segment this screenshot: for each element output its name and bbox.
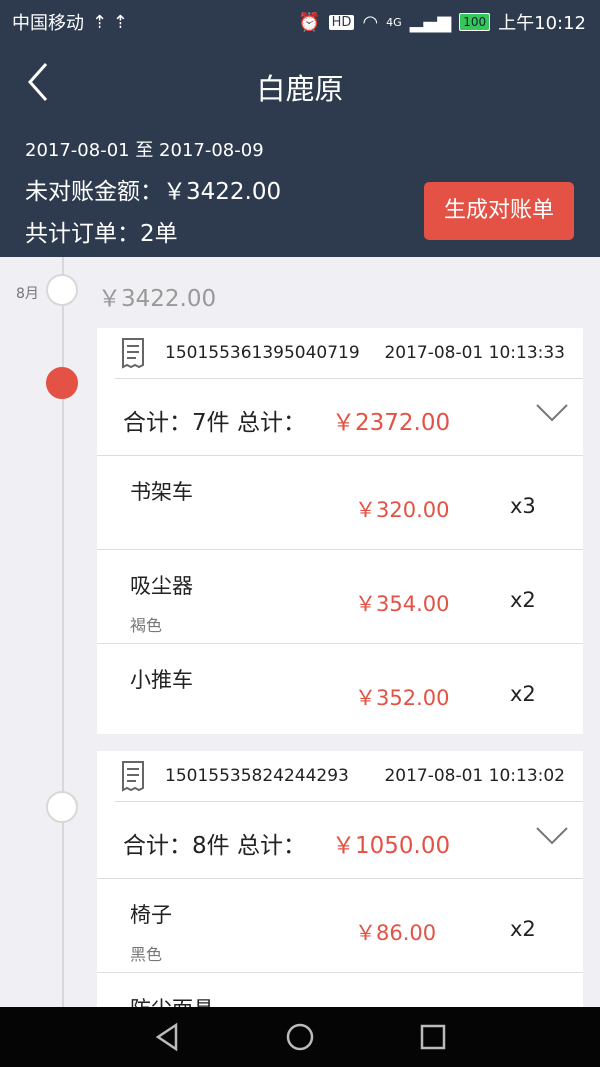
alarm-icon: ⏰ — [298, 11, 321, 33]
receipt-icon — [122, 761, 144, 792]
page-title: 白鹿原 — [256, 72, 344, 106]
item-spec: 黑色 — [130, 945, 163, 964]
order-item: 书架车 ￥320.00 x3 — [97, 456, 583, 550]
order-item: 防尘面具 — [97, 973, 583, 1007]
signal-icon: ▂▄▆ — [409, 11, 452, 33]
month-label: 8月 — [16, 286, 39, 302]
unpaid-amount: 未对账金额：￥3422.00 — [25, 179, 282, 205]
navigation-bar: 白鹿原 — [0, 40, 600, 124]
item-name: 防尘面具 — [130, 993, 214, 1007]
home-icon[interactable] — [282, 1019, 318, 1055]
time-label: 上午10:12 — [498, 13, 586, 34]
order-number: 15015535824244293 — [165, 766, 349, 786]
system-navigation-bar — [0, 1007, 600, 1067]
item-quantity: x3 — [510, 494, 536, 518]
back-icon[interactable] — [150, 1019, 186, 1055]
account-summary: 2017-08-01 至 2017-08-09 未对账金额：￥3422.00 共… — [0, 124, 600, 257]
order-total-label: 合计：7件 总计： — [123, 410, 306, 436]
date-range: 2017-08-01 至 2017-08-09 — [25, 140, 264, 161]
chevron-down-icon[interactable] — [535, 826, 569, 846]
total-orders: 共计订单：2单 — [25, 221, 178, 247]
recent-apps-icon[interactable] — [415, 1019, 451, 1055]
order-time: 2017-08-01 10:13:33 — [384, 343, 565, 363]
carrier-label: 中国移动 — [12, 13, 84, 34]
timeline-order-node-active[interactable] — [46, 367, 78, 399]
chevron-down-icon[interactable] — [535, 403, 569, 423]
item-quantity: x2 — [510, 682, 536, 706]
order-card-2: 15015535824244293 2017-08-01 10:13:02 合计… — [97, 751, 583, 1007]
item-price: ￥86.00 — [355, 921, 437, 945]
item-price: ￥354.00 — [355, 592, 450, 616]
generate-statement-button[interactable]: 生成对账单 — [424, 182, 574, 240]
receipt-icon — [122, 338, 144, 369]
order-number: 150155361395040719 — [165, 343, 360, 363]
month-total: ￥3422.00 — [98, 286, 217, 312]
order-total-amount: ￥2372.00 — [332, 410, 451, 436]
order-time: 2017-08-01 10:13:02 — [384, 766, 565, 786]
network-label: 4G — [386, 15, 402, 29]
wifi-icon: ◠ — [362, 11, 379, 33]
order-header: 150155361395040719 2017-08-01 10:13:33 — [115, 328, 583, 379]
order-total-row[interactable]: 合计：7件 总计： ￥2372.00 — [97, 379, 583, 456]
order-card-1: 150155361395040719 2017-08-01 10:13:33 合… — [97, 328, 583, 734]
item-name: 书架车 — [130, 480, 193, 504]
battery-icon: 100 — [459, 13, 491, 31]
item-spec: 褐色 — [130, 616, 163, 635]
order-item: 椅子 黑色 ￥86.00 x2 — [97, 879, 583, 973]
order-total-label: 合计：8件 总计： — [123, 833, 306, 859]
order-total-row[interactable]: 合计：8件 总计： ￥1050.00 — [97, 802, 583, 879]
timeline-month-node — [46, 274, 78, 306]
order-header: 15015535824244293 2017-08-01 10:13:02 — [115, 751, 583, 802]
order-total-amount: ￥1050.00 — [332, 833, 451, 859]
item-name: 小推车 — [130, 668, 193, 692]
order-item: 吸尘器 褐色 ￥354.00 x2 — [97, 550, 583, 644]
hd-icon: HD — [328, 14, 355, 30]
item-name: 吸尘器 — [130, 574, 193, 598]
item-quantity: x2 — [510, 588, 536, 612]
item-price: ￥320.00 — [355, 498, 450, 522]
status-bar: 中国移动 ⇡ ⇡ ⏰ HD ◠ 4G ▂▄▆ 100 上午10:12 — [0, 0, 600, 40]
item-quantity: x2 — [510, 917, 536, 941]
item-name: 椅子 — [130, 903, 172, 927]
item-price: ￥352.00 — [355, 686, 450, 710]
order-item: 小推车 ￥352.00 x2 — [97, 644, 583, 737]
timeline-order-node[interactable] — [46, 791, 78, 823]
usb-icon: ⇡ ⇡ — [92, 11, 128, 33]
